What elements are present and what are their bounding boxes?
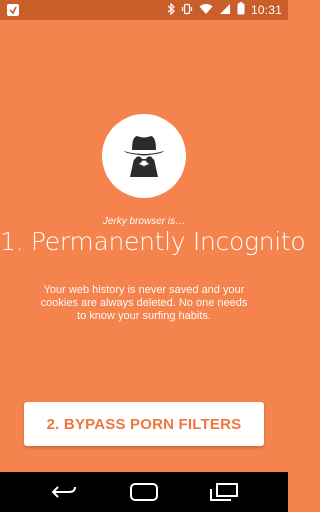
- page-title: 1. Permanently Incognito: [0, 227, 306, 256]
- back-icon: [51, 486, 76, 498]
- next-feature-button[interactable]: 2. BYPASS PORN FILTERS: [24, 402, 264, 446]
- bluetooth-icon: [167, 2, 175, 18]
- incognito-badge: [102, 114, 186, 198]
- vibrate-icon: [181, 3, 193, 18]
- navigation-bar: [0, 472, 288, 512]
- cellular-signal-icon: [219, 3, 231, 18]
- home-icon: [130, 483, 158, 501]
- status-icons: 10:31: [167, 0, 282, 20]
- app-notification-icon: [6, 3, 20, 17]
- recents-icon: [210, 483, 238, 501]
- incognito-spy-icon: [124, 136, 164, 177]
- status-time: 10:31: [250, 3, 282, 17]
- onboarding-page: Jerky browser is… 1. Permanently Incogni…: [0, 20, 306, 472]
- home-button[interactable]: [114, 472, 174, 512]
- back-button[interactable]: [34, 472, 94, 512]
- wifi-icon: [199, 3, 213, 18]
- recents-button[interactable]: [194, 472, 254, 512]
- battery-icon: [237, 2, 245, 18]
- intro-subtitle: Jerky browser is…: [102, 216, 186, 227]
- feature-description: Your web history is never saved and your…: [40, 284, 248, 322]
- status-bar: 10:31: [0, 0, 288, 20]
